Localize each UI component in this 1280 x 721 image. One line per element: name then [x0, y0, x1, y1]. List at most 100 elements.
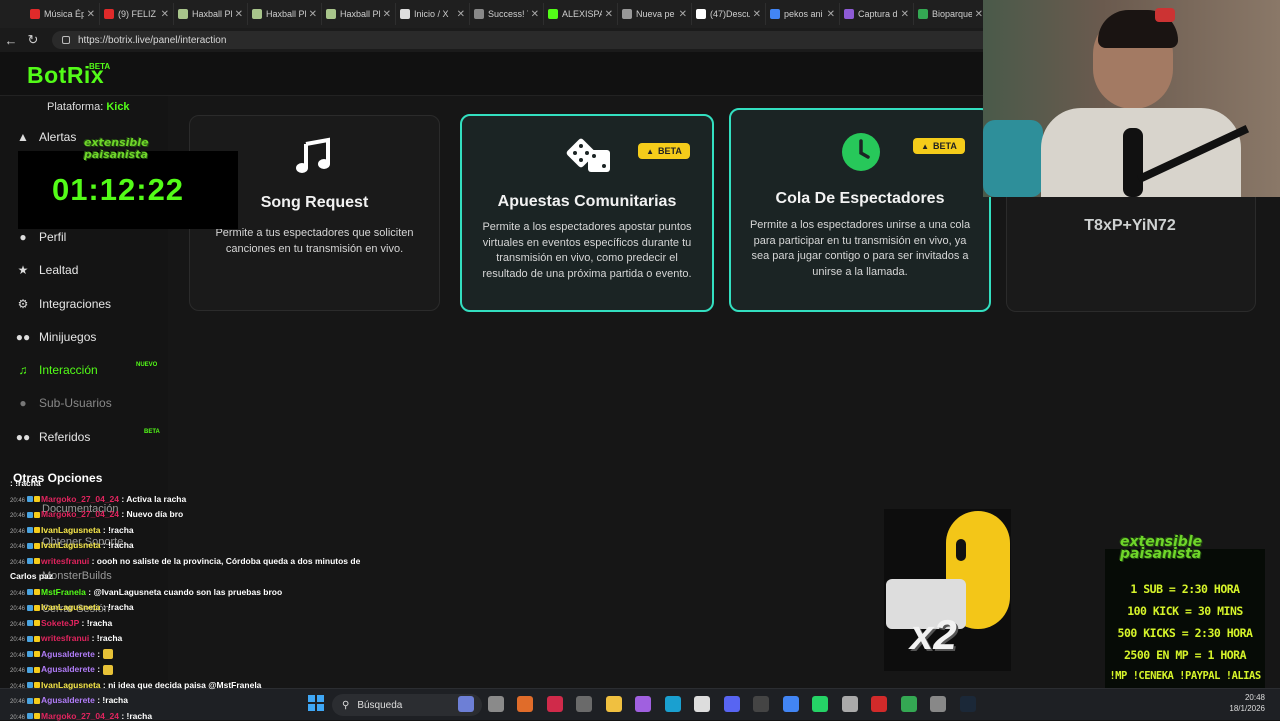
taskbar-app-icon[interactable]	[753, 696, 769, 712]
emote-overlay: x2	[884, 509, 1011, 671]
taskbar-app-icon[interactable]	[487, 696, 504, 712]
tab-close-icon[interactable]: ✕	[531, 9, 539, 20]
browser-tab[interactable]: Nueva pe ✕	[618, 3, 692, 25]
chat-username: Agusalderete	[41, 695, 98, 705]
taskbar-app-icon[interactable]	[664, 696, 681, 712]
flask-icon: ▲	[646, 146, 655, 156]
chat-timestamp: 20:46	[10, 652, 26, 659]
taskbar-app-icon[interactable]	[694, 696, 710, 712]
promo-line: 2500 EN MP = 1 HORA	[1123, 648, 1247, 662]
sidebar-item-minijuegos[interactable]: ●● Minijuegos	[15, 327, 97, 347]
sidebar-item-sub-usuarios[interactable]: ● Sub-Usuarios	[15, 393, 111, 413]
taskbar-app-icon[interactable]	[782, 696, 799, 712]
platform-value: Kick	[106, 101, 130, 113]
browser-tab[interactable]: ALEXISPAI✕	[544, 3, 618, 25]
chat-badge-icon	[27, 651, 34, 658]
chat-badge-icon	[27, 682, 34, 689]
chat-username: Margoko_27_04_24	[41, 710, 122, 721]
taskbar-app-icon[interactable]	[841, 696, 858, 712]
browser-tab[interactable]: Haxball Pl ✕	[174, 3, 248, 25]
tab-close-icon[interactable]: ✕	[753, 9, 761, 20]
taskbar-app-icon[interactable]	[959, 696, 976, 712]
browser-tab[interactable]: (9) FELIZ C✕	[100, 3, 174, 25]
browser-tab[interactable]: pekos ani ✕	[766, 3, 840, 25]
chat-username: writesfranui	[41, 555, 92, 566]
chat-text: : @IvanLagusneta cuando son las pruebas …	[88, 586, 283, 597]
chat-username: IvanLagusneta	[41, 602, 103, 612]
taskbar-app-icon[interactable]	[871, 696, 887, 712]
tab-close-icon[interactable]: ✕	[901, 9, 909, 20]
tab-close-icon[interactable]: ✕	[605, 9, 613, 20]
taskbar-app-icon[interactable]	[458, 696, 474, 712]
taskbar-app-icon[interactable]	[635, 696, 651, 712]
chat-timestamp: 20:46	[10, 683, 26, 690]
chat-badge-icon	[34, 589, 41, 596]
chat-badge-icon	[27, 527, 34, 534]
taskbar-app-icon[interactable]	[605, 696, 622, 712]
chat-badge-icon	[27, 697, 34, 704]
sidebar-item-label: Perfil	[39, 230, 67, 244]
browser-tab[interactable]: Música Ép ✕	[26, 3, 100, 25]
kick-card[interactable]	[1006, 197, 1256, 312]
tab-close-icon[interactable]: ✕	[383, 9, 391, 20]
chat-message: 20:46 IvanLagusneta : !racha	[10, 602, 134, 612]
sidebar-item-integraciones[interactable]: ⚙ Integraciones	[15, 294, 111, 314]
chat-badge-icon	[27, 666, 34, 673]
taskbar-app-icon[interactable]	[930, 696, 946, 712]
apuestas-card[interactable]: ▲ BETA Apuestas Comunitarias Permite a l…	[460, 114, 714, 312]
card-description: Permite a los espectadores unirse a una …	[749, 219, 971, 278]
chat-message: 20:46 IvanLagusneta : !racha	[10, 525, 134, 535]
clock-date: 18/1/2026	[1229, 704, 1265, 713]
taskbar-app-icon[interactable]	[546, 696, 563, 712]
browser-tab[interactable]: Success! Y✕	[470, 3, 544, 25]
webcam-feed	[983, 0, 1280, 197]
taskbar-app-icon[interactable]	[576, 696, 592, 712]
tab-close-icon[interactable]: ✕	[457, 9, 465, 20]
url-field[interactable]: https://botrix.live/panel/interaction	[52, 31, 992, 49]
browser-tab[interactable]: Haxball Pl ✕	[322, 3, 396, 25]
sidebar-item-perfil[interactable]: ● Perfil	[15, 227, 66, 247]
chat-badge-icon	[34, 620, 41, 627]
chat-message: 20:46 writesfranui : !racha	[10, 633, 122, 643]
taskbar-app-icon[interactable]	[900, 696, 917, 712]
badge-label: BETA	[658, 146, 682, 156]
taskbar-app-icon[interactable]	[812, 696, 828, 712]
taskbar-app-icon[interactable]	[723, 696, 740, 712]
system-clock[interactable]: 20:48 18/1/2026	[1215, 692, 1265, 714]
dice-icon	[566, 138, 610, 172]
tab-favicon-icon	[30, 9, 40, 19]
tab-close-icon[interactable]: ✕	[87, 9, 95, 20]
chat-badge-icon	[34, 635, 41, 642]
browser-tab[interactable]: Inicio / X ✕	[396, 3, 470, 25]
cola-espectadores-card[interactable]: ▲ BETA Cola De Espectadores Permite a lo…	[729, 108, 991, 312]
windows-start-icon[interactable]	[308, 695, 324, 711]
tab-close-icon[interactable]: ✕	[975, 9, 983, 20]
chat-badge-icon	[27, 604, 34, 611]
back-arrow-icon[interactable]: ←	[0, 33, 22, 48]
reload-icon[interactable]: ↻	[22, 32, 44, 48]
browser-tab[interactable]: Captura d ✕	[840, 3, 914, 25]
tab-close-icon[interactable]: ✕	[309, 9, 317, 20]
browser-tab[interactable]: Bioparque ✕	[914, 3, 988, 25]
sidebar-item-referidos[interactable]: ●● Referidos	[15, 427, 91, 447]
sidebar-item-label: Lealtad	[39, 263, 79, 277]
sidebar-item-interaccion[interactable]: ♫ Interacción	[15, 360, 98, 380]
sidebar-item-alertas[interactable]: ▲ Alertas	[15, 127, 76, 147]
sidebar-item-lealtad[interactable]: ★ Lealtad	[15, 260, 79, 280]
user-icon: ●	[19, 230, 27, 244]
tab-close-icon[interactable]: ✕	[235, 9, 243, 20]
chat-text: :	[97, 648, 101, 659]
chat-timestamp: 20:46	[10, 668, 26, 674]
browser-tab[interactable]: (47)Descu ✕	[692, 3, 766, 25]
browser-tab[interactable]: Haxball Pl ✕	[248, 3, 322, 25]
chat-username: Agusalderete	[41, 664, 98, 674]
tab-title: Música Ép	[44, 9, 84, 19]
tab-close-icon[interactable]: ✕	[679, 9, 687, 20]
taskbar-app-icon[interactable]	[517, 696, 533, 712]
tab-close-icon[interactable]: ✕	[827, 9, 835, 20]
chat-message: 20:46 SoketeJP : !racha	[10, 618, 112, 628]
tab-favicon-icon	[696, 9, 706, 19]
site-info-icon[interactable]	[62, 36, 70, 44]
tab-title: Haxball Pl	[340, 9, 380, 19]
tab-close-icon[interactable]: ✕	[161, 9, 169, 20]
